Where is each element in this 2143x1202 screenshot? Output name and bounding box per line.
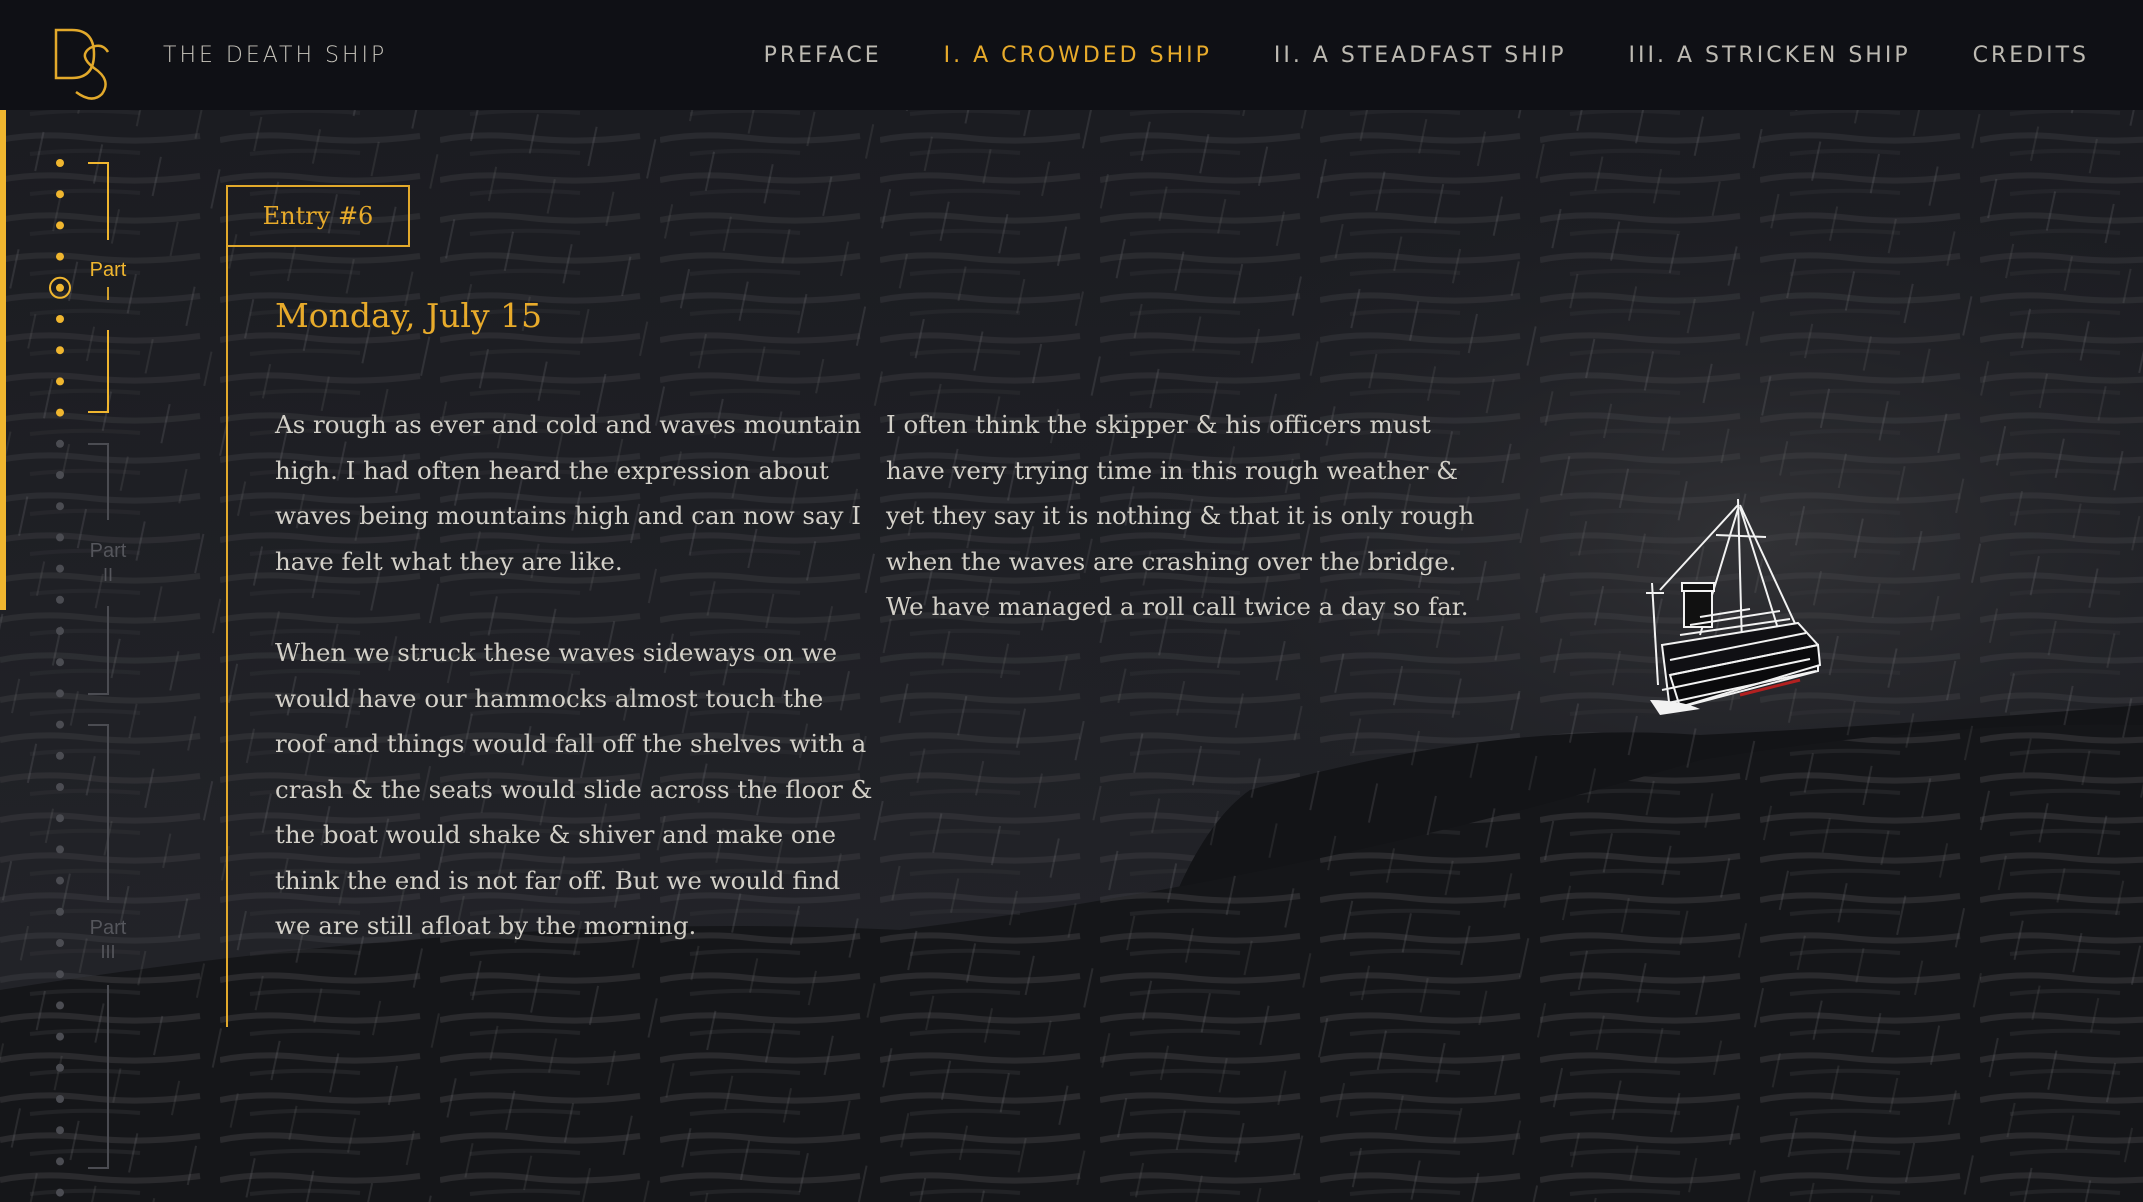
entry-paragraph: I often think the skipper & his officers… [886, 410, 1475, 621]
progress-dot[interactable] [56, 783, 64, 791]
progress-dot[interactable] [56, 1188, 64, 1197]
progress-dot[interactable] [56, 595, 64, 604]
part-three-number: III [100, 942, 115, 962]
progress-dot[interactable] [56, 564, 64, 573]
progress-dot[interactable] [56, 1032, 64, 1041]
progress-dot[interactable] [56, 439, 64, 448]
progress-dot[interactable] [56, 970, 64, 979]
nav-steadfast-ship[interactable]: II. A STEADFAST SHIP [1274, 43, 1567, 68]
progress-dot[interactable] [56, 720, 64, 729]
entry-text-left-column: As rough as ever and cold and waves moun… [275, 402, 875, 995]
entry-number-tab: Entry #6 [226, 185, 410, 247]
progress-dot[interactable] [56, 658, 64, 667]
progress-dot[interactable] [56, 814, 64, 823]
nav-crowded-ship[interactable]: I. A CROWDED SHIP [944, 43, 1212, 68]
progress-dot[interactable] [56, 689, 64, 698]
entry-text-right-column: I often think the skipper & his officers… [886, 402, 1486, 676]
progress-dot[interactable] [56, 346, 64, 355]
progress-dot[interactable] [56, 1095, 64, 1103]
entry-date: Monday, July 15 [275, 296, 543, 335]
progress-dot[interactable] [56, 1126, 64, 1135]
part-three-label[interactable]: Part [90, 917, 127, 939]
ship-illustration [1646, 498, 1822, 715]
part-two-label[interactable]: Part [90, 540, 127, 562]
chapter-progress-nav: Part I Part II Part III [49, 159, 127, 1197]
main-nav: PREFACE I. A CROWDED SHIP II. A STEADFAS… [764, 43, 2089, 68]
progress-dot[interactable] [56, 221, 64, 230]
part-one-bracket-bottom [88, 330, 109, 413]
progress-dot[interactable] [56, 627, 64, 635]
part-two-bracket-top [88, 443, 109, 520]
progress-dot[interactable] [56, 408, 64, 417]
progress-dot[interactable] [56, 907, 64, 916]
entry-paragraph: When we struck these waves sideways on w… [275, 638, 873, 940]
progress-dot[interactable] [56, 533, 64, 542]
nav-stricken-ship[interactable]: III. A STRICKEN SHIP [1629, 43, 1911, 68]
progress-dot[interactable] [56, 1063, 64, 1072]
progress-dot[interactable] [56, 939, 64, 947]
progress-dot[interactable] [56, 751, 64, 760]
part-three-bracket-top [88, 724, 109, 900]
progress-dot[interactable] [56, 283, 64, 292]
part-three-bracket-bottom [88, 985, 109, 1169]
nav-preface[interactable]: PREFACE [764, 43, 882, 68]
part-two-number: II [103, 565, 113, 585]
progress-dot[interactable] [56, 502, 64, 511]
entry-frame-line [226, 247, 228, 1027]
part-one-label[interactable]: Part [90, 259, 127, 281]
entry-paragraph: As rough as ever and cold and waves moun… [275, 410, 862, 576]
progress-dot[interactable] [56, 377, 64, 386]
progress-dot[interactable] [56, 845, 64, 854]
part-two-bracket-bottom [88, 606, 109, 695]
progress-dot[interactable] [56, 190, 64, 199]
progress-dot[interactable] [56, 1157, 64, 1166]
progress-dot[interactable] [56, 252, 64, 261]
progress-dot[interactable] [56, 876, 64, 885]
part-one-number: I [105, 284, 110, 304]
progress-dot[interactable] [56, 1001, 64, 1010]
site-title[interactable]: THE DEATH SHIP [163, 43, 387, 68]
progress-dot[interactable] [56, 471, 64, 479]
nav-credits[interactable]: CREDITS [1973, 43, 2089, 68]
part-one-bracket-top [88, 162, 109, 240]
progress-dot[interactable] [56, 315, 64, 323]
progress-dot[interactable] [56, 159, 64, 167]
top-navigation-bar: THE DEATH SHIP PREFACE I. A CROWDED SHIP… [0, 0, 2143, 110]
